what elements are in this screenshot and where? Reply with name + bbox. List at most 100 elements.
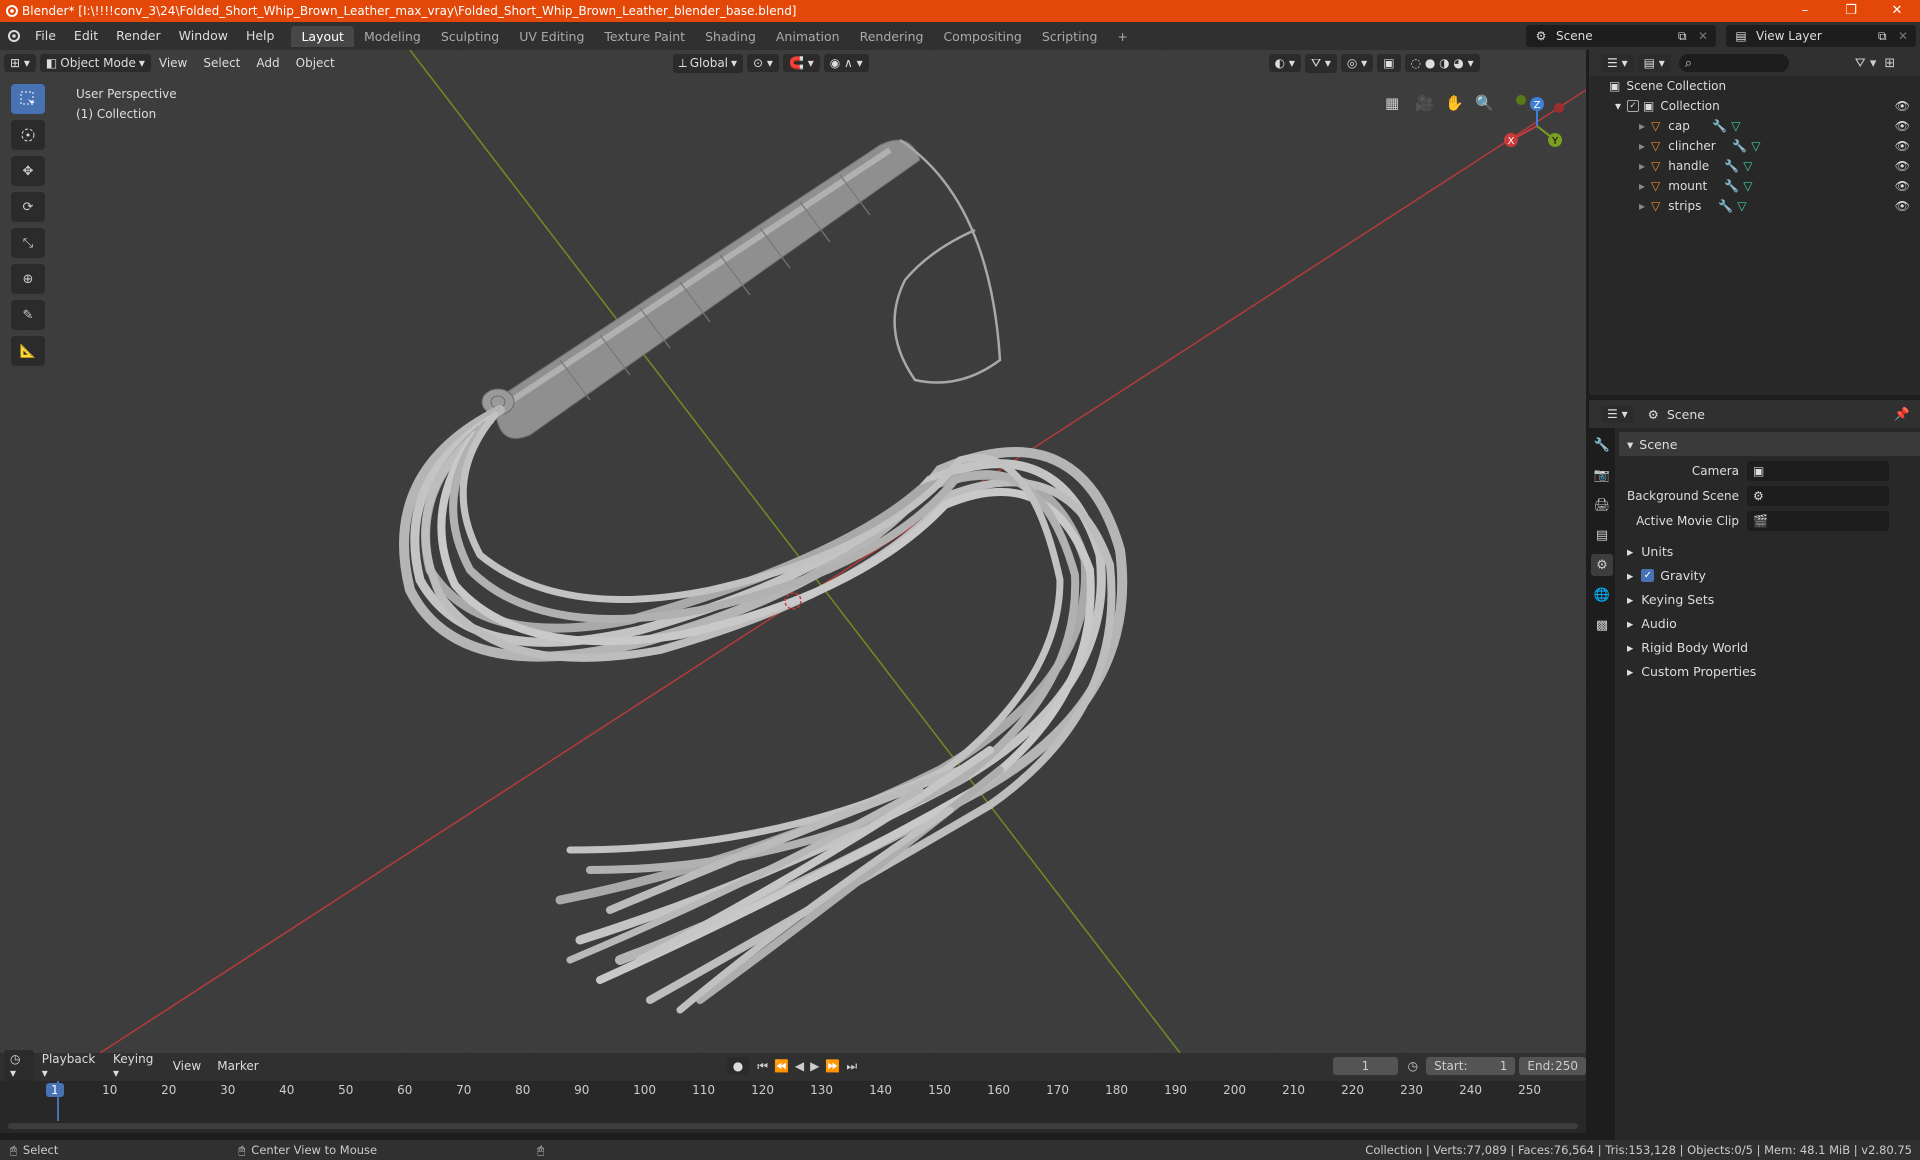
menu-object[interactable]: Object (288, 54, 343, 72)
tab-uv-editing[interactable]: UV Editing (509, 26, 594, 47)
menu-window[interactable]: Window (170, 22, 237, 50)
scale-tool[interactable]: ⤡ (11, 228, 45, 258)
custom-properties-panel[interactable]: ▸ Custom Properties (1619, 659, 1920, 683)
scene-selector[interactable]: ⚙ Scene ⧉ ✕ (1526, 25, 1716, 47)
timeline-area[interactable] (0, 1081, 1586, 1133)
overlay-toggle-icon[interactable]: ◎ ▾ (1340, 54, 1374, 72)
menu-keying[interactable]: Keying ▾ (105, 1050, 165, 1082)
outliner-object-cap[interactable]: ▸ ▽ cap 🔧 ▽ 👁 (1589, 116, 1920, 136)
tab-sculpting[interactable]: Sculpting (431, 26, 509, 47)
outliner-object-clincher[interactable]: ▸ ▽ clincher 🔧 ▽ 👁 (1589, 136, 1920, 156)
render-tab-icon[interactable]: 📷 (1591, 464, 1613, 486)
playhead[interactable] (57, 1081, 59, 1121)
expand-arrow-icon[interactable]: ▾ (1615, 99, 1621, 113)
expand-arrow-icon[interactable]: ▸ (1639, 179, 1645, 193)
pan-hand-icon[interactable]: ✋ (1445, 94, 1464, 112)
outliner-search-input[interactable]: ⌕ (1678, 54, 1789, 72)
grid-view-icon[interactable]: ▦ (1385, 94, 1399, 112)
shading-modes[interactable]: ◌ ● ◑ ◕ ▾ (1404, 54, 1480, 72)
outliner-object-mount[interactable]: ▸ ▽ mount 🔧 ▽ 👁 (1589, 176, 1920, 196)
camera-view-icon[interactable]: 🎥 (1415, 94, 1434, 112)
visibility-icon[interactable]: ◐ ▾ (1268, 54, 1301, 72)
eye-icon[interactable]: 👁 (1895, 139, 1910, 153)
playhead-frame[interactable]: 1 (46, 1083, 64, 1097)
tab-compositing[interactable]: Compositing (933, 26, 1031, 47)
tab-shading[interactable]: Shading (695, 26, 766, 47)
expand-arrow-icon[interactable]: ▸ (1639, 119, 1645, 133)
orientation-selector[interactable]: ⟂ Global ▾ (672, 53, 744, 73)
filter-icon[interactable]: ⛛ ▾ (1855, 56, 1877, 71)
mode-selector[interactable]: ◧ Object Mode ▾ (39, 54, 151, 72)
eye-icon[interactable]: 👁 (1895, 179, 1910, 193)
active-movie-clip-field[interactable]: 🎬 (1747, 510, 1889, 531)
properties-editor-type-icon[interactable]: ☰ ▾ (1601, 405, 1634, 423)
outliner-editor-type-icon[interactable]: ☰ ▾ (1601, 54, 1634, 72)
output-tab-icon[interactable]: 🖨 (1591, 494, 1613, 516)
record-button[interactable]: ● (726, 1057, 750, 1075)
menu-add[interactable]: Add (248, 54, 287, 72)
copy-icon[interactable]: ⧉ (1878, 29, 1898, 44)
proportional-edit-icon[interactable]: ◉ ∧ ▾ (823, 54, 869, 72)
end-frame-field[interactable]: End: 250 (1519, 1057, 1586, 1075)
zoom-icon[interactable]: 🔍 (1475, 94, 1494, 112)
expand-arrow-icon[interactable]: ▸ (1639, 159, 1645, 173)
eye-icon[interactable]: 👁 (1895, 199, 1910, 213)
close-button[interactable]: ✕ (1874, 0, 1920, 22)
add-workspace-button[interactable]: + (1107, 26, 1137, 47)
start-frame-field[interactable]: Start: 1 (1426, 1057, 1516, 1075)
transform-tool[interactable]: ⊕ (11, 264, 45, 294)
axis-gizmo[interactable]: X Y Z (1497, 86, 1577, 156)
move-tool[interactable]: ✥ (11, 156, 45, 186)
texture-tab-icon[interactable]: ▩ (1591, 614, 1613, 636)
editor-type-button[interactable]: ⊞ ▾ (4, 54, 36, 72)
camera-field[interactable]: ▣ (1747, 460, 1889, 481)
view-layer-selector[interactable]: ▤ View Layer ⧉ ✕ (1726, 25, 1916, 47)
tab-texture-paint[interactable]: Texture Paint (594, 26, 695, 47)
select-box-tool[interactable] (11, 84, 45, 114)
annotate-tool[interactable]: ✎ (11, 300, 45, 330)
pin-icon[interactable]: 📌 (1894, 406, 1910, 422)
menu-view[interactable]: View (151, 54, 195, 72)
rotate-tool[interactable]: ⟳ (11, 192, 45, 222)
display-mode-icon[interactable]: ▤ ▾ (1637, 54, 1671, 72)
xray-icon[interactable]: ▣ (1377, 54, 1401, 72)
menu-marker[interactable]: Marker (209, 1057, 266, 1075)
outliner-object-handle[interactable]: ▸ ▽ handle 🔧 ▽ 👁 (1589, 156, 1920, 176)
scene-tab-icon[interactable]: ⚙ (1591, 554, 1613, 576)
3d-viewport[interactable]: ⊞ ▾ ◧ Object Mode ▾ View Select Add Objec… (0, 50, 1586, 1053)
audio-panel[interactable]: ▸ Audio (1619, 611, 1920, 635)
background-scene-field[interactable]: ⚙ (1747, 485, 1889, 506)
eye-icon[interactable]: 👁 (1895, 119, 1910, 133)
snap-icon[interactable]: 🧲 ▾ (782, 54, 820, 72)
units-panel[interactable]: ▸ Units (1619, 539, 1920, 563)
menu-edit[interactable]: Edit (65, 22, 107, 50)
timeline-editor-type-icon[interactable]: ◷ ▾ (4, 1050, 34, 1082)
tab-animation[interactable]: Animation (766, 26, 850, 47)
pivot-icon[interactable]: ⊙ ▾ (747, 54, 779, 72)
close-icon[interactable]: ✕ (1898, 29, 1916, 43)
preview-range-icon[interactable]: ◷ (1408, 1059, 1418, 1073)
expand-arrow-icon[interactable]: ▸ (1639, 139, 1645, 153)
keying-sets-panel[interactable]: ▸ Keying Sets (1619, 587, 1920, 611)
scene-panel-header[interactable]: ▾ Scene (1619, 432, 1920, 456)
menu-help[interactable]: Help (237, 22, 284, 50)
tool-settings-tab-icon[interactable]: 🔧 (1591, 434, 1613, 456)
gravity-checkbox[interactable]: ✓ (1641, 568, 1655, 582)
tab-rendering[interactable]: Rendering (850, 26, 934, 47)
gizmo-toggle-icon[interactable]: ⛛ ▾ (1304, 53, 1337, 73)
menu-playback[interactable]: Playback ▾ (34, 1050, 105, 1082)
frame-ruler[interactable]: 1 10 20 30 40 50 60 70 80 90 100 110 120 130 140 150 16… (0, 1081, 1586, 1101)
new-collection-icon[interactable]: ⊞ (1884, 56, 1895, 71)
timeline-scrollbar[interactable] (8, 1123, 1578, 1129)
copy-icon[interactable]: ⧉ (1678, 29, 1698, 44)
close-icon[interactable]: ✕ (1698, 29, 1716, 43)
blender-menu-icon[interactable] (0, 29, 26, 43)
gravity-panel[interactable]: ▸ ✓ Gravity (1619, 563, 1920, 587)
menu-view[interactable]: View (165, 1057, 209, 1075)
collection-checkbox[interactable]: ✓ (1627, 100, 1640, 112)
tab-scripting[interactable]: Scripting (1032, 26, 1108, 47)
outliner-scene-collection[interactable]: ▣ Scene Collection (1589, 76, 1920, 96)
outliner-object-strips[interactable]: ▸ ▽ strips 🔧 ▽ 👁 (1589, 196, 1920, 216)
tab-modeling[interactable]: Modeling (354, 26, 431, 47)
tab-layout[interactable]: Layout (291, 25, 354, 47)
